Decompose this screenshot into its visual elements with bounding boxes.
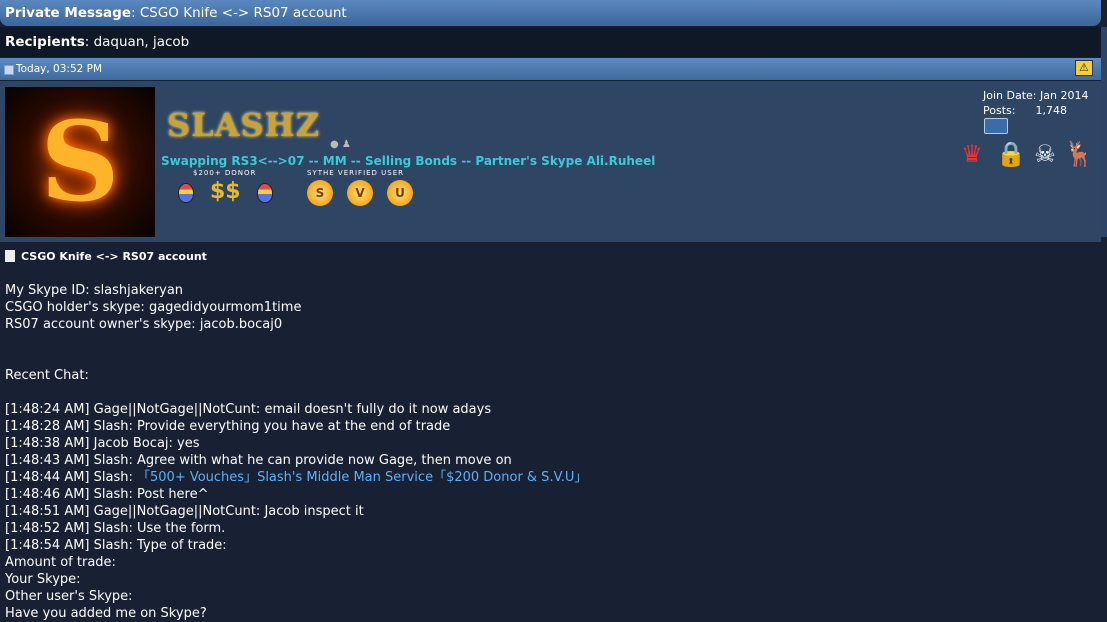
post-date: Today, 03:52 PM — [16, 63, 103, 75]
message-line: [1:48:24 AM] Gage||NotGage||NotCunt: ema… — [5, 402, 492, 417]
message-line: Other user's Skype: — [5, 589, 133, 604]
title-bar: Private Message: CSGO Knife <-> RS07 acc… — [0, 0, 1101, 26]
avatar[interactable]: S — [5, 87, 155, 237]
user-stats: Join Date: Jan 2014 Posts: 1,748 — [983, 88, 1088, 118]
thread-link[interactable]: 「500+ Vouches」Slash's Middle Man Service… — [137, 470, 587, 485]
gem-icon — [257, 183, 273, 203]
message-line: [1:48:52 AM] Slash: Use the form. — [5, 521, 226, 536]
message-line: CSGO holder's skype: gagedidyourmom1time — [5, 300, 302, 315]
recipients-value: daquan, jacob — [93, 34, 190, 50]
donor-badge-label: $200+ DONOR — [193, 169, 257, 177]
message-line: Have you added me on Skype? — [5, 606, 207, 621]
user-title: Swapping RS3<-->07 -- MM -- Selling Bond… — [161, 154, 656, 168]
message-line: [1:48:54 AM] Slash: Type of trade: — [5, 538, 227, 553]
recipients-row: Recipients: daquan, jacob — [0, 27, 1101, 57]
message-line: My Skype ID: slashjakeryan — [5, 283, 184, 298]
online-status-icon: ● ♟ — [330, 139, 351, 150]
document-icon — [5, 250, 15, 262]
post-icon — [4, 65, 14, 75]
join-date-value: Jan 2014 — [1040, 89, 1089, 102]
chair-award-icon: ♛ — [961, 140, 983, 168]
posts-label: Posts: — [983, 104, 1016, 117]
user-info-bar: S SLASHZ ● ♟ Swapping RS3<-->07 -- MM --… — [0, 81, 1101, 242]
skull-award-icon: ☠ — [1034, 140, 1056, 168]
posts-value: 1,748 — [1035, 104, 1067, 117]
message-line: [1:48:43 AM] Slash: Agree with what he c… — [5, 453, 512, 468]
messenger-icon[interactable] — [984, 118, 1008, 134]
gem-icon — [178, 183, 194, 203]
message-line: Amount of trade: — [5, 555, 116, 570]
verified-badge-icon: V — [347, 180, 373, 206]
post-title: CSGO Knife <-> RS07 account — [5, 250, 207, 263]
username-logo[interactable]: SLASHZ — [167, 105, 319, 145]
message-content: CSGO Knife <-> RS07 account My Skype ID:… — [0, 243, 1107, 621]
scroll-edge — [1101, 27, 1107, 237]
message-line: RS07 account owner's skype: jacob.bocaj0 — [5, 317, 283, 332]
user-badge-icon: U — [387, 180, 413, 206]
post-header: Today, 03:52 PM ⚠ — [0, 58, 1101, 80]
message-line: [1:48:46 AM] Slash: Post here^ — [5, 487, 209, 502]
message-line: Your Skype: — [5, 572, 81, 587]
title-label: Private Message — [5, 5, 131, 21]
title-subject: CSGO Knife <-> RS07 account — [139, 5, 347, 21]
message-line: [1:48:51 AM] Gage||NotGage||NotCunt: Jac… — [5, 504, 364, 519]
svu-badge-label: SYTHE VERIFIED USER — [307, 169, 405, 177]
message-line-with-link: [1:48:44 AM] Slash: 「500+ Vouches」Slash'… — [5, 470, 588, 485]
coins-icon: $$ — [210, 179, 241, 204]
message-line: [1:48:38 AM] Jacob Bocaj: yes — [5, 436, 200, 451]
lock-award-icon: 🔒 — [996, 140, 1026, 168]
message-line: [1:48:28 AM] Slash: Provide everything y… — [5, 419, 451, 434]
recipients-label: Recipients — [5, 34, 85, 50]
message-line: Recent Chat: — [5, 368, 89, 383]
sythe-badge-icon: S — [307, 180, 333, 206]
warning-triangle-icon[interactable]: ⚠ — [1075, 60, 1093, 76]
reindeer-award-icon: 🦌 — [1064, 140, 1094, 168]
join-date-label: Join Date: — [983, 89, 1037, 102]
